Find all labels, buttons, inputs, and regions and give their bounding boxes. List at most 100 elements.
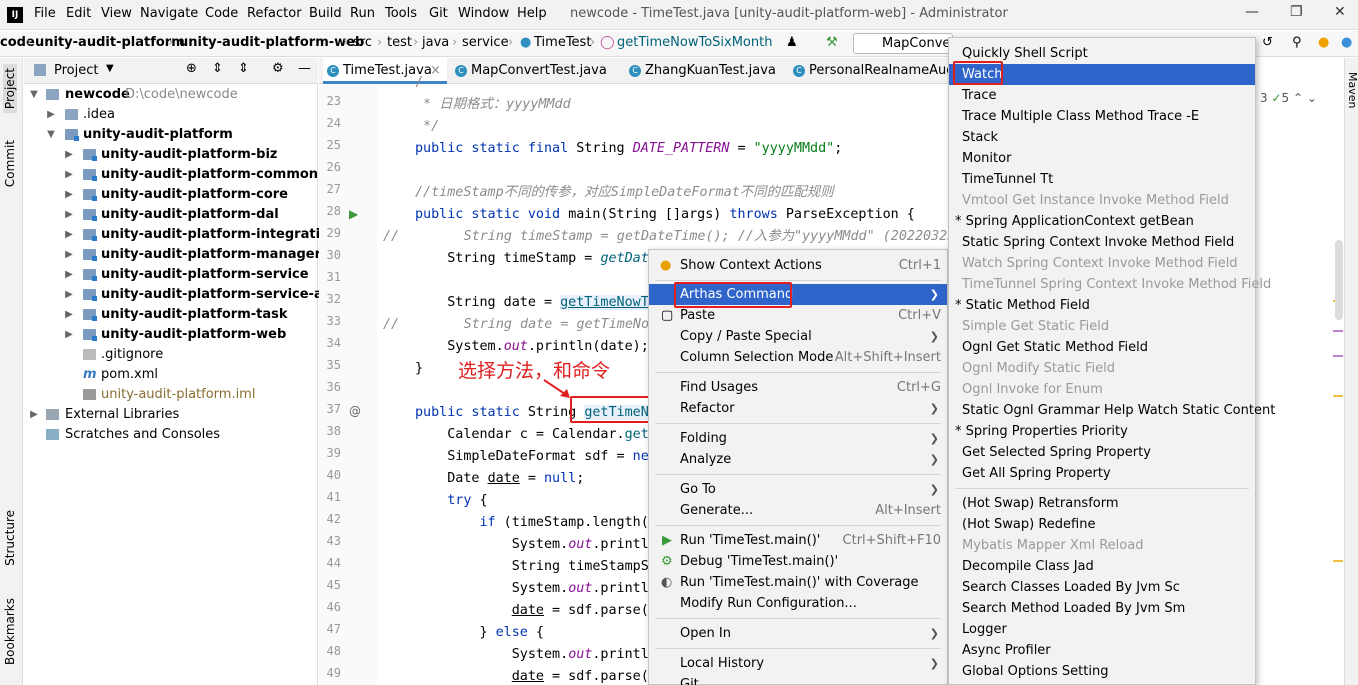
tab-timetest[interactable]: C TimeTest.java × — [323, 58, 447, 84]
collapse-all-icon[interactable]: ⇕ — [238, 61, 249, 76]
menu-item-stack[interactable]: Stack — [949, 127, 1255, 148]
tree-row[interactable]: ▶ .idea — [24, 105, 318, 125]
menu-item-get-all-spring-property[interactable]: Get All Spring Property — [949, 463, 1255, 484]
menu-item-copy-paste-special[interactable]: Copy / Paste Special ❯ — [649, 326, 947, 347]
chevron-down-icon[interactable]: ▼ — [106, 63, 114, 74]
menu-item-hotswap-retransform[interactable]: (Hot Swap) Retransform — [949, 493, 1255, 514]
tree-row[interactable]: ▼ unity-audit-platform — [24, 125, 318, 145]
menu-file[interactable]: File — [34, 6, 56, 21]
menu-item-timetunnel-spring-context[interactable]: TimeTunnel Spring Context Invoke Method … — [949, 274, 1271, 295]
menu-item-run[interactable]: ▶ Run 'TimeTest.main()' Ctrl+Shift+F10 — [649, 530, 947, 551]
menu-item-global-options[interactable]: Global Options Setting — [949, 661, 1255, 682]
menu-item-paste[interactable]: ▢ Paste Ctrl+V — [649, 305, 947, 326]
update-icon[interactable]: ● — [1318, 35, 1329, 50]
tree-row[interactable]: .gitignore — [24, 345, 318, 365]
chevron-right-icon[interactable]: ▶ — [64, 205, 74, 225]
tree-row[interactable]: Scratches and Consoles — [24, 425, 318, 445]
menu-item-static-spring-context-invoke[interactable]: Static Spring Context Invoke Method Fiel… — [949, 232, 1255, 253]
menu-run[interactable]: Run — [350, 6, 375, 21]
menu-item-hotswap-redefine[interactable]: (Hot Swap) Redefine — [949, 514, 1255, 535]
build-hammer-icon[interactable]: ⚒ — [826, 35, 838, 50]
tree-row[interactable]: unity-audit-platform.iml — [24, 385, 318, 405]
menu-item-search-classes[interactable]: Search Classes Loaded By Jvm Sc — [949, 577, 1255, 598]
menu-item-find-usages[interactable]: Find Usages Ctrl+G — [649, 377, 947, 398]
menu-item-go-to[interactable]: Go To ❯ — [649, 479, 947, 500]
annotation-gutter-icon[interactable]: @ — [349, 404, 361, 418]
tree-row[interactable]: ▶ unity-audit-platform-service — [24, 265, 318, 285]
menu-window[interactable]: Window — [458, 6, 509, 21]
menu-item-modify-run-configuration[interactable]: Modify Run Configuration... — [649, 593, 947, 614]
menu-item-generate[interactable]: Generate... Alt+Insert — [649, 500, 947, 521]
chevron-right-icon[interactable]: ▶ — [64, 285, 74, 305]
menu-build[interactable]: Build — [309, 6, 342, 21]
menu-item-vmtool[interactable]: Vmtool Get Instance Invoke Method Field — [949, 190, 1255, 211]
chevron-right-icon[interactable]: ▶ — [64, 165, 74, 185]
menu-help[interactable]: Help — [517, 6, 547, 21]
chevron-right-icon[interactable]: ▶ — [64, 265, 74, 285]
menu-item-async-profiler[interactable]: Async Profiler — [949, 640, 1255, 661]
menu-item-static-method-field[interactable]: * Static Method Field — [949, 295, 1255, 316]
menu-item-run-coverage[interactable]: ◐ Run 'TimeTest.main()' with Coverage — [649, 572, 947, 593]
plugin-icon[interactable]: ● — [1341, 35, 1352, 50]
menu-edit[interactable]: Edit — [66, 6, 91, 21]
tree-row[interactable]: ▶ unity-audit-platform-dal — [24, 205, 318, 225]
breadcrumb-item[interactable]: src — [353, 35, 372, 50]
commit-tool-button[interactable]: Commit — [3, 140, 17, 187]
menu-item-local-history[interactable]: Local History ❯ — [649, 653, 947, 674]
maven-tool-button[interactable]: Maven — [1346, 72, 1358, 108]
breadcrumb-item[interactable]: TimeTest — [534, 35, 591, 50]
tree-row[interactable]: ▶ unity-audit-platform-core — [24, 185, 318, 205]
hide-icon[interactable]: — — [298, 61, 311, 76]
search-icon[interactable]: ⚲ — [1292, 35, 1302, 50]
chevron-right-icon[interactable]: ▶ — [29, 405, 39, 425]
maximize-icon[interactable]: ❐ — [1290, 4, 1303, 20]
menu-git[interactable]: Git — [429, 6, 448, 21]
undo-icon[interactable]: ↺ — [1262, 35, 1273, 50]
menu-item-mybatis-reload[interactable]: Mybatis Mapper Xml Reload — [949, 535, 1255, 556]
menu-item-debug[interactable]: ⚙ Debug 'TimeTest.main()' — [649, 551, 947, 572]
close-icon[interactable]: ✕ — [1334, 4, 1346, 20]
gear-icon[interactable]: ⚙ — [272, 61, 284, 76]
chevron-right-icon[interactable]: ▶ — [64, 185, 74, 205]
chevron-right-icon[interactable]: ▶ — [64, 305, 74, 325]
chevron-right-icon[interactable]: ▶ — [64, 325, 74, 345]
menu-item-ognl-invoke-enum[interactable]: Ognl Invoke for Enum — [949, 379, 1255, 400]
locate-icon[interactable]: ⊕ — [186, 61, 197, 76]
menu-item-search-method[interactable]: Search Method Loaded By Jvm Sm — [949, 598, 1255, 619]
menu-item-static-ognl-grammar[interactable]: Static Ognl Grammar Help Watch Static Co… — [949, 400, 1275, 421]
menu-item-get-selected-spring-property[interactable]: Get Selected Spring Property — [949, 442, 1255, 463]
chevron-right-icon[interactable]: ▶ — [64, 245, 74, 265]
tree-row[interactable]: ▶ unity-audit-platform-task — [24, 305, 318, 325]
chevron-right-icon[interactable]: ▶ — [64, 225, 74, 245]
close-icon[interactable]: × — [430, 58, 441, 84]
tree-row[interactable]: ▼ newcode D:\code\newcode — [24, 85, 318, 105]
minimize-icon[interactable]: — — [1245, 4, 1259, 20]
user-icon[interactable]: ♟ — [786, 35, 798, 50]
menu-item-ognl-modify-static[interactable]: Ognl Modify Static Field — [949, 358, 1255, 379]
menu-item-watch-spring-context[interactable]: Watch Spring Context Invoke Method Field — [949, 253, 1255, 274]
menu-tools[interactable]: Tools — [385, 6, 417, 21]
menu-item-open-in[interactable]: Open In ❯ — [649, 623, 947, 644]
tab-mapconverttest[interactable]: C MapConvertTest.java — [451, 58, 621, 84]
menu-item-spring-properties-priority[interactable]: * Spring Properties Priority — [949, 421, 1255, 442]
menu-item-spring-getbean[interactable]: * Spring ApplicationContext getBean — [949, 211, 1255, 232]
menu-refactor[interactable]: Refactor — [247, 6, 302, 21]
menu-item-folding[interactable]: Folding ❯ — [649, 428, 947, 449]
menu-item-git[interactable]: Git — [649, 674, 947, 685]
tree-row[interactable]: ▶ unity-audit-platform-service-api — [24, 285, 336, 305]
chevron-right-icon[interactable]: ▶ — [64, 145, 74, 165]
menu-item-trace-multiple[interactable]: Trace Multiple Class Method Trace -E — [949, 106, 1255, 127]
menu-item-refactor[interactable]: Refactor ❯ — [649, 398, 947, 419]
tab-personalrealnameaudit[interactable]: C PersonalRealnameAudit — [789, 58, 949, 84]
bookmarks-tool-button[interactable]: Bookmarks — [3, 598, 17, 665]
tree-row[interactable]: ▶ unity-audit-platform-integration — [24, 225, 338, 245]
chevron-down-icon[interactable]: ▼ — [29, 85, 39, 105]
menu-item-ognl-get-static[interactable]: Ognl Get Static Method Field — [949, 337, 1255, 358]
breadcrumb-item[interactable]: unity-audit-platform — [35, 35, 185, 50]
expand-all-icon[interactable]: ⇕ — [212, 61, 223, 76]
menu-item-trace[interactable]: Trace — [949, 85, 1255, 106]
menu-item-timetunnel[interactable]: TimeTunnel Tt — [949, 169, 1255, 190]
run-config-select[interactable]: MapConvert — [853, 33, 961, 54]
tree-row[interactable]: ▶ unity-audit-platform-biz — [24, 145, 318, 165]
tree-row[interactable]: ▶ unity-audit-platform-web — [24, 325, 318, 345]
